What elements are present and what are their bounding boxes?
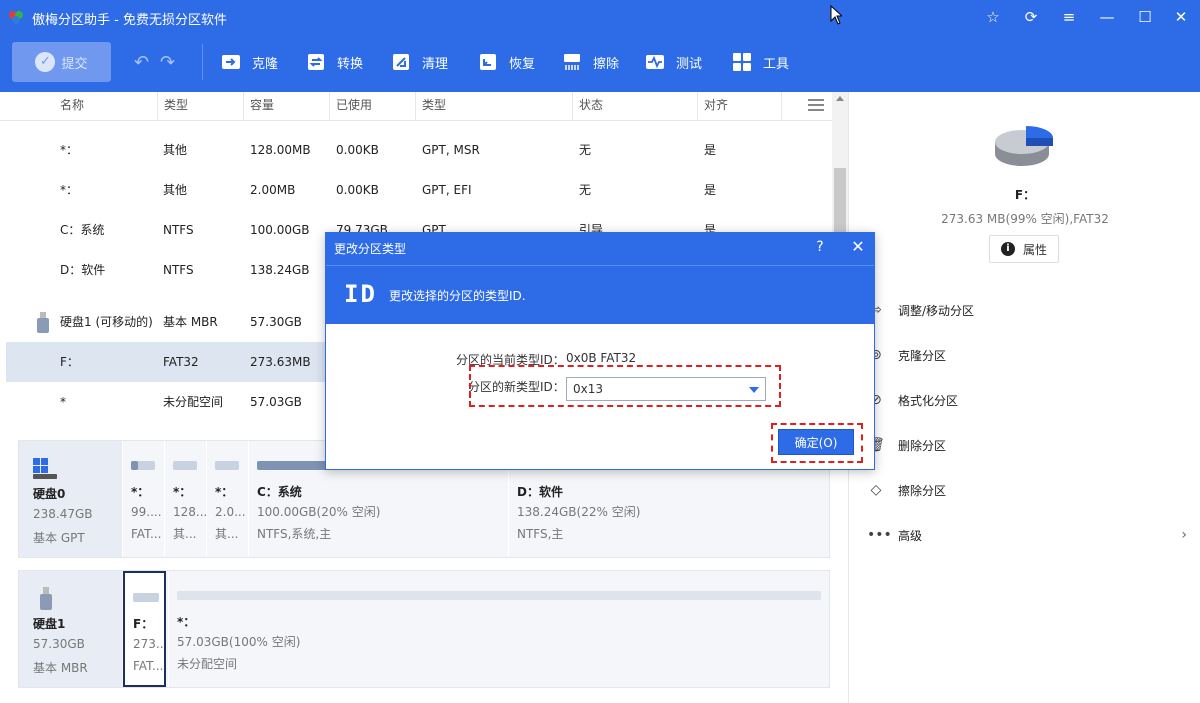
format-partition[interactable]: ⊘ 格式化分区 — [867, 385, 958, 415]
col-type[interactable]: 类型 — [158, 92, 244, 120]
undo-button[interactable]: ↶ — [134, 46, 149, 78]
partition-cell-unallocated[interactable]: *： 57.03GB(100% 空闲) 未分配空间 — [168, 571, 829, 687]
advanced-menu[interactable]: ••• 高级 › — [867, 520, 1187, 550]
col-fs[interactable]: 类型 — [416, 92, 573, 120]
clean-icon — [393, 54, 409, 70]
commit-button[interactable]: ✓ 提交 — [12, 42, 111, 82]
col-used[interactable]: 已使用 — [330, 92, 416, 120]
dialog-header: 更改分区类型 ? ✕ ID 更改选择的分区的类型ID. — [326, 233, 874, 324]
wipe-icon — [564, 54, 580, 70]
dialog-title: 更改分区类型 — [334, 242, 407, 256]
tools-icon — [733, 53, 751, 71]
chevron-right-icon: › — [1181, 527, 1187, 543]
test-icon — [646, 55, 664, 69]
star-icon[interactable]: ☆ — [982, 6, 1004, 28]
recover-button[interactable]: 恢复 — [477, 46, 535, 78]
drive-info: 273.63 MB(99% 空闲),FAT32 — [941, 212, 1109, 226]
disk1-label[interactable]: 硬盘1 57.30GB 基本 MBR — [19, 571, 122, 687]
check-icon: ✓ — [35, 52, 56, 72]
col-status[interactable]: 状态 — [573, 92, 698, 120]
more-icon: ••• — [867, 527, 892, 543]
menu-icon[interactable]: ≡ — [1058, 6, 1080, 28]
help-button[interactable]: ? — [812, 239, 828, 255]
tools-button[interactable]: 工具 — [731, 46, 789, 78]
wipe-button[interactable]: 擦除 — [561, 46, 619, 78]
redo-button[interactable]: ↷ — [160, 46, 175, 78]
partition-cell[interactable]: *： 99.... FAT... — [122, 441, 164, 557]
highlight-box — [771, 423, 863, 463]
partition-cell[interactable]: *： 128... 其... — [164, 441, 206, 557]
col-capacity[interactable]: 容量 — [244, 92, 330, 120]
properties-button[interactable]: i 属性 — [989, 235, 1059, 263]
test-button[interactable]: 测试 — [644, 46, 702, 78]
resize-move-partition[interactable]: ⇨ 调整/移动分区 — [867, 295, 974, 325]
id-icon: ID — [344, 280, 377, 308]
recover-icon — [480, 54, 496, 70]
table-row[interactable]: *： 其他 128.00MB 0.00KB GPT, MSR 无 是 — [6, 130, 826, 170]
close-icon[interactable]: ✕ — [1170, 6, 1192, 28]
convert-icon — [308, 54, 324, 70]
partition-cell-f-selected[interactable]: F： 273... FAT... — [123, 571, 166, 687]
hard-disk-icon — [33, 458, 57, 479]
disk1-card[interactable]: 硬盘1 57.30GB 基本 MBR F： 273... FAT... *： 5… — [18, 570, 830, 688]
window-title: 傲梅分区助手 - 免费无损分区软件 — [32, 13, 227, 28]
maximize-icon[interactable]: ☐ — [1134, 6, 1156, 28]
clone-button[interactable]: 克隆 — [220, 46, 278, 78]
clone-partition[interactable]: ⊚ 克隆分区 — [867, 340, 946, 370]
dialog-description: 更改选择的分区的类型ID. — [389, 289, 526, 303]
dialog-close-button[interactable]: ✕ — [850, 237, 866, 256]
columns-menu-icon[interactable] — [808, 99, 824, 113]
toolbar-divider — [202, 44, 203, 80]
minimize-icon[interactable]: — — [1096, 6, 1118, 28]
current-type-value: 0x0B FAT32 — [566, 351, 637, 365]
clean-button[interactable]: 清理 — [390, 46, 448, 78]
usb-drive-icon — [40, 587, 52, 610]
title-bar: 傲梅分区助手 - 免费无损分区软件 ☆ ⟳ ≡ — ☐ ✕ — [0, 0, 1200, 34]
mouse-cursor-icon — [830, 5, 842, 25]
info-icon: i — [1000, 242, 1015, 256]
app-logo-icon — [9, 11, 23, 24]
convert-button[interactable]: 转换 — [305, 46, 363, 78]
right-panel: F： 273.63 MB(99% 空闲),FAT32 i 属性 ⇨ 调整/移动分区… — [848, 92, 1200, 703]
pie-chart-icon — [995, 126, 1053, 166]
clone-icon — [222, 55, 240, 69]
col-name[interactable]: 名称 — [54, 92, 158, 120]
scroll-up-icon[interactable] — [836, 96, 844, 101]
disk0-label[interactable]: 硬盘0 238.47GB 基本 GPT — [19, 441, 122, 557]
col-align[interactable]: 对齐 — [698, 92, 782, 120]
change-partition-type-dialog: 更改分区类型 ? ✕ ID 更改选择的分区的类型ID. 分区的当前类型ID： 0… — [325, 232, 875, 470]
toolbar: ✓ 提交 ↶ ↷ 克隆 转换 清理 恢复 擦除 测试 工具 — [0, 34, 1200, 92]
partition-cell[interactable]: *： 2.0... 其... — [206, 441, 248, 557]
drive-label: F： — [1014, 188, 1036, 202]
eraser-icon: ◇ — [870, 482, 882, 498]
wipe-partition[interactable]: ◇ 擦除分区 — [867, 475, 946, 505]
refresh-icon[interactable]: ⟳ — [1020, 6, 1042, 28]
table-row[interactable]: *： 其他 2.00MB 0.00KB GPT, EFI 无 是 — [6, 170, 826, 210]
highlight-box — [469, 365, 781, 407]
delete-partition[interactable]: 🗑 删除分区 — [867, 430, 946, 460]
usb-drive-icon — [37, 312, 49, 333]
